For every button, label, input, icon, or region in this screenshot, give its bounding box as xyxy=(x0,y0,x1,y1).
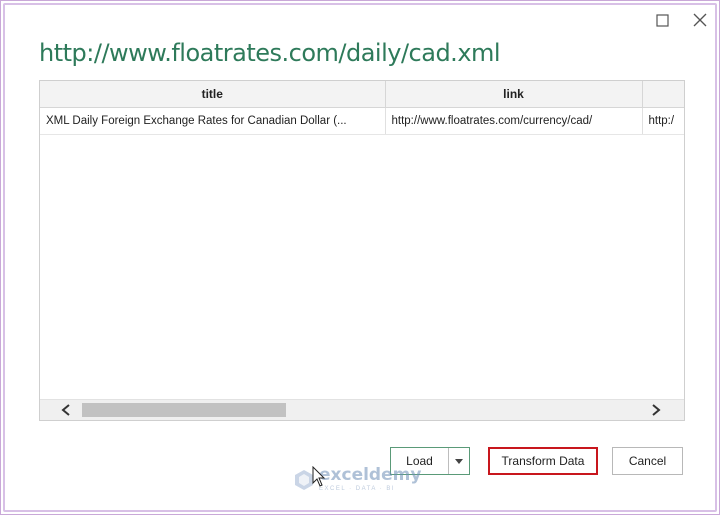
horizontal-scrollbar[interactable] xyxy=(40,399,684,420)
caret-down-icon[interactable] xyxy=(449,448,469,474)
scroll-right-icon[interactable] xyxy=(646,400,666,420)
scroll-left-icon[interactable] xyxy=(56,400,76,420)
preview-grid: title link XML Daily Foreign Exchange Ra… xyxy=(39,80,685,421)
table-cell-title[interactable]: XML Daily Foreign Exchange Rates for Can… xyxy=(40,107,386,135)
dialog-window: http://www.floatrates.com/daily/cad.xml … xyxy=(0,0,720,515)
watermark-tagline: EXCEL · DATA · BI xyxy=(319,486,396,492)
maximize-icon[interactable] xyxy=(651,9,673,31)
column-header-link[interactable]: link xyxy=(385,81,643,108)
mouse-cursor-icon xyxy=(312,466,326,487)
cancel-button[interactable]: Cancel xyxy=(612,447,683,475)
table-cell-link[interactable]: http://www.floatrates.com/currency/cad/ xyxy=(385,107,643,135)
preview-table: title link XML Daily Foreign Exchange Ra… xyxy=(40,81,684,135)
column-header-extra[interactable] xyxy=(642,81,684,108)
transform-data-button[interactable]: Transform Data xyxy=(488,447,598,475)
header-row: title link xyxy=(40,81,684,108)
close-icon[interactable] xyxy=(689,9,711,31)
watermark-name: exceldemy xyxy=(319,465,422,485)
scroll-thumb[interactable] xyxy=(82,403,286,417)
table-cell-extra[interactable]: http:/ xyxy=(642,107,684,135)
dialog-title: http://www.floatrates.com/daily/cad.xml xyxy=(39,39,501,67)
table-row: XML Daily Foreign Exchange Rates for Can… xyxy=(40,107,684,135)
column-header-title[interactable]: title xyxy=(40,81,386,108)
